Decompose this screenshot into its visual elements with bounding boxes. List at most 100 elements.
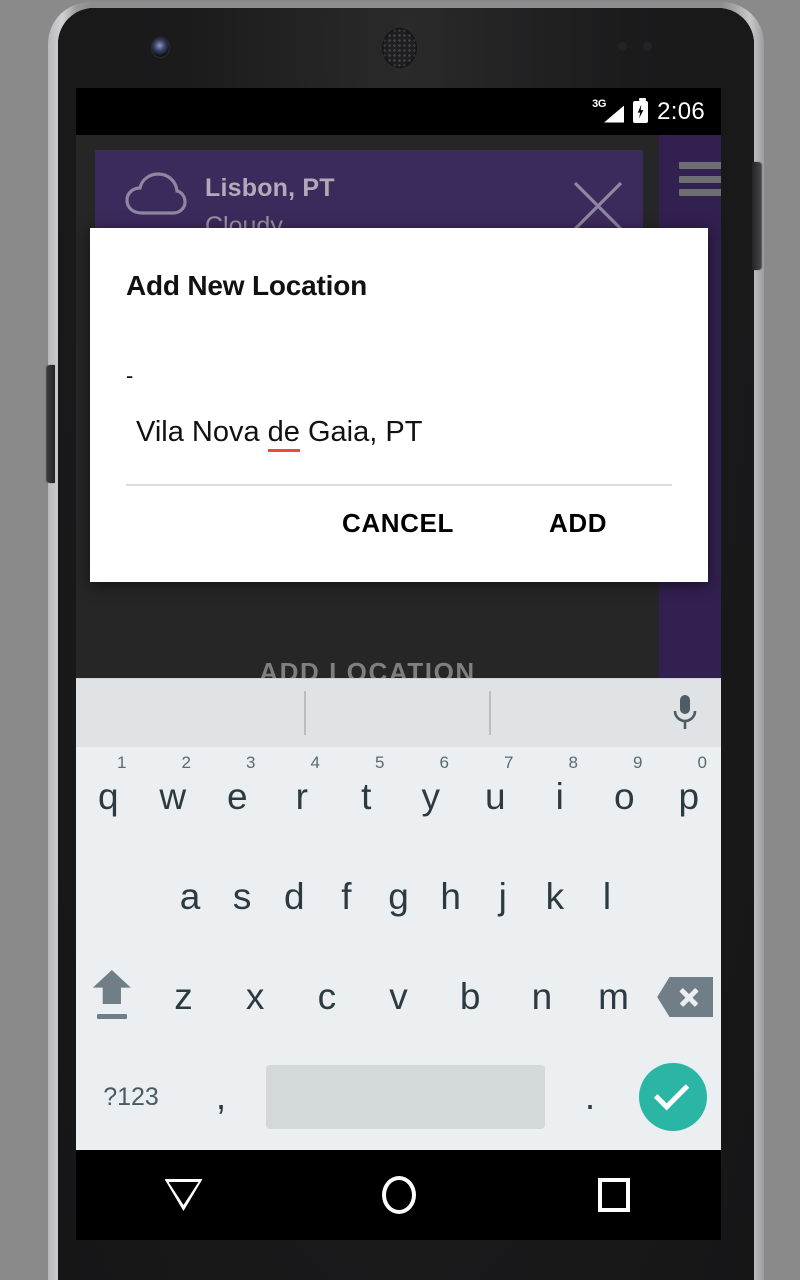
key-y[interactable]: 6y xyxy=(399,747,464,847)
keyboard-row-4: ?123 , . xyxy=(76,1047,721,1147)
key-q-label: q xyxy=(97,776,119,817)
key-w[interactable]: 2w xyxy=(141,747,206,847)
key-c[interactable]: c xyxy=(291,947,363,1047)
key-r[interactable]: 4r xyxy=(270,747,335,847)
comma-key[interactable]: , xyxy=(186,1047,256,1147)
key-j[interactable]: j xyxy=(477,847,529,947)
shift-underline-icon xyxy=(96,1014,127,1019)
key-e-label: e xyxy=(226,776,248,817)
key-m[interactable]: m xyxy=(578,947,650,1047)
add-button[interactable]: ADD xyxy=(549,508,607,539)
key-a[interactable]: a xyxy=(164,847,216,947)
light-sensor-icon xyxy=(643,42,652,51)
key-i[interactable]: 8i xyxy=(528,747,593,847)
enter-key[interactable] xyxy=(625,1047,721,1147)
key-o[interactable]: 9o xyxy=(592,747,657,847)
key-y-label: y xyxy=(421,776,441,817)
check-enter-icon xyxy=(639,1063,707,1131)
key-i-number: 8 xyxy=(568,753,578,772)
earpiece-speaker-icon xyxy=(382,28,417,68)
backspace-key-icon xyxy=(657,977,714,1017)
keyboard-suggestion-bar[interactable] xyxy=(76,679,721,747)
key-u-label: u xyxy=(484,776,506,817)
screenshot-root: 3G 2:06 Lisbon, PT Cloudy ADD LOCATION A… xyxy=(0,0,800,1280)
key-x[interactable]: x xyxy=(219,947,291,1047)
status-bar-clock: 2:06 xyxy=(657,97,705,125)
shift-key[interactable] xyxy=(76,947,148,1047)
key-o-number: 9 xyxy=(633,753,643,772)
input-underline xyxy=(126,484,672,486)
status-bar: 3G 2:06 xyxy=(76,88,721,135)
space-key[interactable] xyxy=(266,1065,545,1129)
dialog-hint-label: - xyxy=(126,363,134,388)
hamburger-bar-2 xyxy=(679,175,721,183)
key-h[interactable]: h xyxy=(425,847,477,947)
key-p[interactable]: 0p xyxy=(657,747,722,847)
nav-home-button[interactable] xyxy=(291,1176,506,1214)
key-l[interactable]: l xyxy=(581,847,633,947)
phone-screen: 3G 2:06 Lisbon, PT Cloudy ADD LOCATION A… xyxy=(76,88,721,1240)
key-s[interactable]: s xyxy=(216,847,268,947)
keyboard-row2-left-spacer xyxy=(76,847,164,947)
keyboard-row2-right-spacer xyxy=(633,847,721,947)
nav-recents-button[interactable] xyxy=(506,1178,721,1212)
key-d[interactable]: d xyxy=(268,847,320,947)
signal-3g-icon: 3G xyxy=(592,97,625,125)
key-w-number: 2 xyxy=(181,753,191,772)
keyboard-row-3: z x c v b n m xyxy=(76,947,721,1047)
key-t-label: t xyxy=(361,776,372,817)
key-i-label: i xyxy=(555,776,564,817)
period-key[interactable]: . xyxy=(555,1047,625,1147)
key-n[interactable]: n xyxy=(506,947,578,1047)
key-k[interactable]: k xyxy=(529,847,581,947)
key-t-number: 5 xyxy=(375,753,385,772)
key-b[interactable]: b xyxy=(434,947,506,1047)
cancel-button[interactable]: CANCEL xyxy=(342,508,454,539)
symbols-key[interactable]: ?123 xyxy=(76,1047,186,1147)
battery-charging-icon xyxy=(633,97,649,123)
suggestion-divider-2 xyxy=(489,691,491,735)
hamburger-bar-3 xyxy=(679,189,721,196)
keyboard-row-1: 1q 2w 3e 4r 5t 6y 7u 8i 9o 0p xyxy=(76,747,721,847)
key-p-number: 0 xyxy=(697,753,707,772)
close-x-icon[interactable] xyxy=(570,178,626,234)
key-f[interactable]: f xyxy=(320,847,372,947)
backspace-x-icon xyxy=(678,986,700,1008)
key-y-number: 6 xyxy=(439,753,449,772)
key-g[interactable]: g xyxy=(372,847,424,947)
volume-button[interactable] xyxy=(47,365,55,483)
input-text-after: Gaia, PT xyxy=(299,416,423,448)
shift-key-icon xyxy=(87,970,137,1024)
home-circle-icon xyxy=(381,1176,416,1214)
key-v[interactable]: v xyxy=(363,947,435,1047)
charging-bolt-icon xyxy=(637,104,644,119)
input-text-before: Vila Nova xyxy=(136,416,268,448)
key-u[interactable]: 7u xyxy=(463,747,528,847)
dialog-title: Add New Location xyxy=(126,270,368,301)
suggestion-divider-1 xyxy=(304,691,306,735)
key-t[interactable]: 5t xyxy=(334,747,399,847)
shift-arrow-icon xyxy=(92,970,131,1004)
key-q[interactable]: 1q xyxy=(76,747,141,847)
key-p-label: p xyxy=(678,776,700,817)
on-screen-keyboard: 1q 2w 3e 4r 5t 6y 7u 8i 9o 0p a s d f g … xyxy=(76,678,721,1150)
key-z[interactable]: z xyxy=(148,947,220,1047)
recents-square-icon xyxy=(597,1178,630,1212)
power-button[interactable] xyxy=(752,162,761,270)
key-e-number: 3 xyxy=(246,753,256,772)
location-name-input[interactable]: Vila Nova de Gaia, PT xyxy=(136,416,664,452)
front-camera-icon xyxy=(152,38,169,57)
key-r-label: r xyxy=(295,776,308,817)
network-type-label: 3G xyxy=(592,97,607,110)
backspace-key[interactable] xyxy=(649,947,721,1047)
hamburger-bar-1 xyxy=(679,162,721,169)
hamburger-menu-icon[interactable] xyxy=(679,162,721,196)
key-e[interactable]: 3e xyxy=(205,747,270,847)
nav-back-button[interactable] xyxy=(76,1179,291,1211)
location-name: Lisbon, PT xyxy=(205,174,335,202)
keyboard-row-2: a s d f g h j k l xyxy=(76,847,721,947)
dialog-actions: CANCEL ADD xyxy=(90,508,708,568)
microphone-icon[interactable] xyxy=(671,693,699,733)
cloud-icon xyxy=(125,172,187,215)
key-u-number: 7 xyxy=(504,753,514,772)
